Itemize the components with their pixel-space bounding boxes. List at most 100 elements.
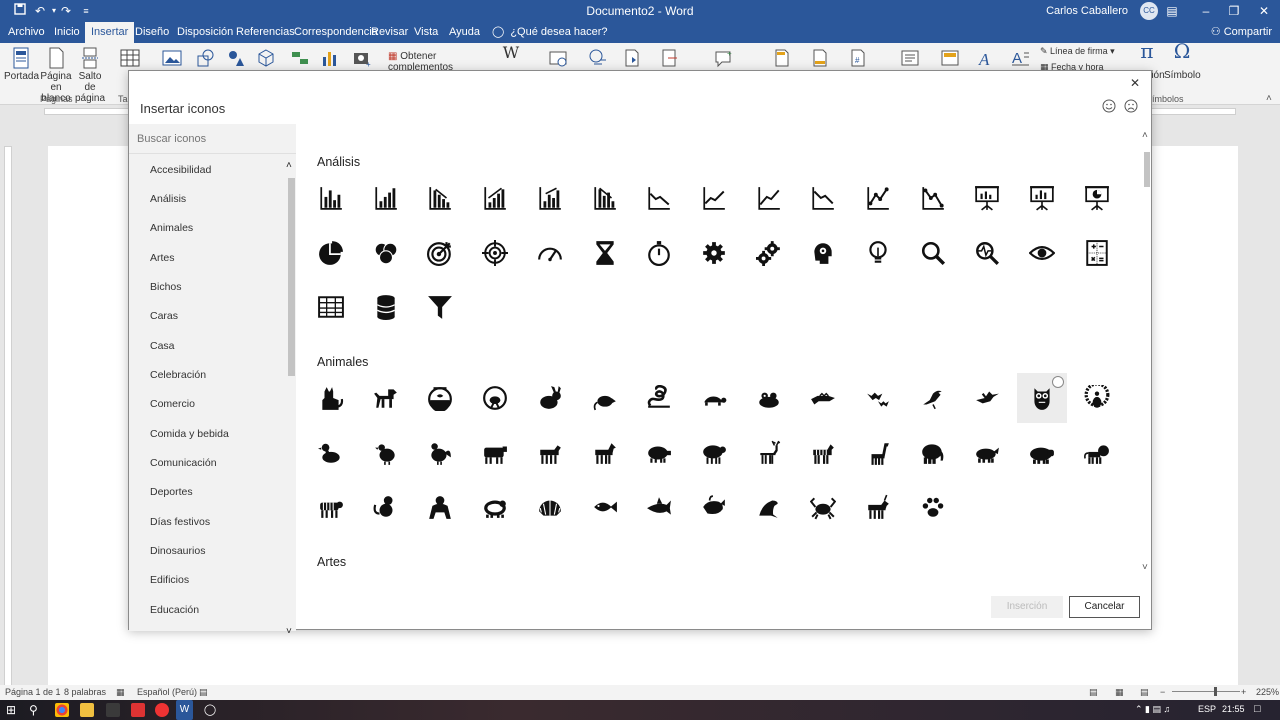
category-comida-y-bebida[interactable]: Comida y bebida <box>150 428 229 440</box>
line-chart-up-2-icon[interactable] <box>744 173 794 223</box>
goat-icon[interactable] <box>525 428 575 478</box>
windows-start-icon[interactable]: ⊞ <box>6 703 20 717</box>
word-taskbar-icon[interactable]: W <box>176 700 193 720</box>
chart-icon[interactable] <box>320 48 340 68</box>
gallery-scrollbar[interactable]: ˄ ˅ <box>1141 124 1153 586</box>
category-dinosaurios[interactable]: Dinosaurios <box>150 545 205 557</box>
signature-line-button[interactable]: ✎ Línea de firma ▾ <box>1040 46 1120 57</box>
eye-icon[interactable] <box>1017 228 1067 278</box>
tab-revisar[interactable]: Revisar <box>365 22 414 43</box>
tell-me-search[interactable]: ◯ ¿Qué desea hacer? <box>492 22 608 43</box>
gallery-scroll-down-icon[interactable]: ˅ <box>1142 562 1148 573</box>
chicken-icon[interactable] <box>361 428 411 478</box>
insert-button[interactable]: Inserción <box>991 596 1063 618</box>
line-chart-down-icon[interactable] <box>634 173 684 223</box>
file-explorer-icon[interactable] <box>80 703 94 717</box>
tiger-icon[interactable] <box>306 482 356 532</box>
lightbulb-icon[interactable] <box>853 228 903 278</box>
category-comunicacion[interactable]: Comunicación <box>150 457 217 469</box>
shell-icon[interactable] <box>525 482 575 532</box>
owl-icon[interactable] <box>1017 373 1068 423</box>
date-time-button[interactable]: ▦ Fecha y hora <box>1040 62 1120 70</box>
bird-icon[interactable] <box>908 373 958 423</box>
duck-icon[interactable] <box>306 428 356 478</box>
gallery-scroll-thumb[interactable] <box>1144 152 1150 187</box>
smile-feedback-icon[interactable] <box>1102 99 1116 113</box>
collapse-ribbon-icon[interactable]: ˄ <box>1266 93 1272 104</box>
minimize-icon[interactable]: – <box>1194 2 1218 20</box>
wikipedia-icon[interactable]: W <box>500 45 522 61</box>
page-number-icon[interactable]: # <box>848 48 868 68</box>
taskbar-search-icon[interactable]: ⚲ <box>29 703 43 717</box>
fishbowl-icon[interactable] <box>415 373 465 423</box>
tab-disposicion[interactable]: Disposición <box>171 22 239 43</box>
category-bichos[interactable]: Bichos <box>150 281 182 293</box>
bats-icon[interactable] <box>853 373 903 423</box>
line-chart-down-2-icon[interactable] <box>798 173 848 223</box>
category-educacion[interactable]: Educación <box>150 604 199 616</box>
table-icon[interactable] <box>306 282 356 332</box>
fish-icon[interactable] <box>580 482 630 532</box>
snake-icon[interactable] <box>634 373 684 423</box>
deer-icon[interactable] <box>744 428 794 478</box>
sidebar-scrollbar[interactable]: ˄ ˅ <box>286 160 295 637</box>
presentation-chart-2-icon[interactable] <box>1017 173 1067 223</box>
tray-icons[interactable]: ⌃ ▮ ▤ ♫ <box>1135 704 1170 715</box>
frown-feedback-icon[interactable] <box>1124 99 1138 113</box>
hourglass-icon[interactable] <box>580 228 630 278</box>
category-casa[interactable]: Casa <box>150 340 175 352</box>
3d-models-icon[interactable] <box>256 48 276 68</box>
pie-chart-icon[interactable] <box>306 228 356 278</box>
crocodile-icon[interactable] <box>798 373 848 423</box>
link-icon[interactable] <box>588 48 608 68</box>
footer-icon[interactable] <box>810 48 830 68</box>
tab-diseno[interactable]: Diseño <box>129 22 175 43</box>
select-checkbox-icon[interactable] <box>1052 376 1065 388</box>
app-red-icon[interactable] <box>131 703 145 717</box>
online-video-icon[interactable] <box>548 48 568 68</box>
notifications-icon[interactable]: □ <box>1254 703 1261 715</box>
page-count[interactable]: Página 1 de 1 <box>5 687 61 697</box>
language-status[interactable]: Español (Perú) <box>137 687 197 697</box>
hamster-wheel-icon[interactable] <box>470 373 520 423</box>
smartart-icon[interactable] <box>290 48 310 68</box>
header-icon[interactable] <box>772 48 792 68</box>
whale-icon[interactable] <box>689 482 739 532</box>
category-comercio[interactable]: Comercio <box>150 398 195 410</box>
text-box-icon[interactable] <box>900 48 920 68</box>
sheep-icon[interactable] <box>689 428 739 478</box>
presentation-chart-icon[interactable] <box>962 173 1012 223</box>
read-mode-icon[interactable]: ▤ <box>1089 687 1098 698</box>
category-edificios[interactable]: Edificios <box>150 574 189 586</box>
share-button[interactable]: ⚇ Compartir <box>1211 22 1272 43</box>
database-icon[interactable] <box>361 282 411 332</box>
chrome-icon[interactable] <box>55 703 69 717</box>
hummingbird-icon[interactable] <box>962 373 1012 423</box>
search-input[interactable] <box>129 124 296 154</box>
bar-chart-down-2-icon[interactable] <box>580 173 630 223</box>
tab-inicio[interactable]: Inicio <box>48 22 86 43</box>
category-accesibilidad[interactable]: Accesibilidad <box>150 164 211 176</box>
ribbon-display-options-icon[interactable]: ▤ <box>1160 2 1184 20</box>
cancel-button[interactable]: Cancelar <box>1069 596 1140 618</box>
drop-cap-icon[interactable]: A <box>1010 48 1030 68</box>
lion-icon[interactable] <box>1072 428 1122 478</box>
gears-icon[interactable] <box>744 228 794 278</box>
comment-icon[interactable]: + <box>714 48 734 68</box>
bar-chart-up-2-icon[interactable] <box>525 173 575 223</box>
avatar[interactable]: CC <box>1140 2 1158 20</box>
category-dias-festivos[interactable]: Días festivos <box>150 516 210 528</box>
cross-reference-icon[interactable] <box>660 48 680 68</box>
category-celebracion[interactable]: Celebración <box>150 369 206 381</box>
print-layout-icon[interactable]: ▦ <box>1115 687 1124 698</box>
clock[interactable]: 21:55 <box>1222 704 1245 714</box>
zebra-icon[interactable] <box>798 428 848 478</box>
paw-icon[interactable] <box>908 482 958 532</box>
cat-icon[interactable] <box>306 373 356 423</box>
proofing-icon[interactable]: ▦ <box>116 687 125 698</box>
gallery-scroll-up-icon[interactable]: ˄ <box>1142 130 1148 141</box>
crosshair-icon[interactable] <box>470 228 520 278</box>
scroll-down-icon[interactable]: ˅ <box>286 626 292 637</box>
zoom-in-icon[interactable]: + <box>1241 687 1246 697</box>
shapes-icon[interactable] <box>196 48 216 68</box>
